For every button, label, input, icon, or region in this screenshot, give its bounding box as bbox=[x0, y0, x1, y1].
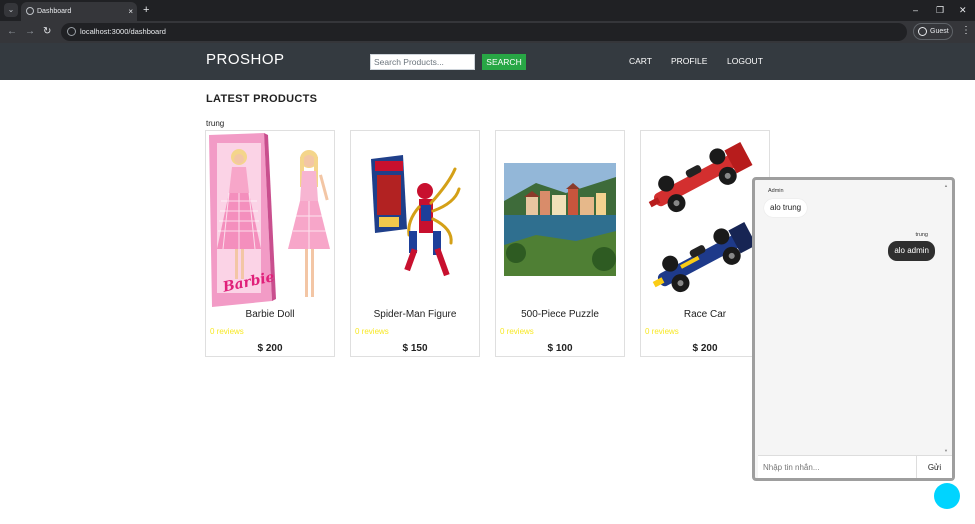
product-name[interactable]: Race Car bbox=[641, 308, 769, 322]
site-header: PROSHOP SEARCH CART PROFILE LOGOUT bbox=[0, 43, 975, 80]
site-info-icon[interactable] bbox=[67, 27, 76, 36]
product-reviews: 0 reviews bbox=[645, 327, 679, 336]
message-sender: trung bbox=[915, 232, 928, 238]
window-close-button[interactable]: ✕ bbox=[959, 4, 967, 16]
url-text: localhost:3000/dashboard bbox=[80, 27, 166, 36]
chat-scrollbar[interactable]: ▲ ▼ bbox=[944, 183, 950, 453]
browser-tab[interactable]: Dashboard × bbox=[21, 2, 137, 21]
product-reviews: 0 reviews bbox=[210, 327, 244, 336]
product-price: $ 100 bbox=[547, 343, 573, 354]
forward-button[interactable]: → bbox=[25, 25, 35, 39]
minimize-button[interactable]: – bbox=[913, 4, 918, 16]
nav-logout[interactable]: LOGOUT bbox=[727, 56, 763, 67]
chat-widget: Admin alo trung trung alo admin ▲ ▼ Gửi bbox=[752, 177, 955, 481]
chat-toggle-button[interactable] bbox=[934, 483, 960, 509]
product-price: $ 150 bbox=[402, 343, 428, 354]
message-bubble-received: alo trung bbox=[764, 199, 808, 217]
product-name[interactable]: 500-Piece Puzzle bbox=[496, 308, 624, 322]
profile-label: Guest bbox=[930, 28, 949, 35]
user-icon bbox=[918, 27, 927, 36]
browser-tab-strip: ⌄ Dashboard × + – ❐ ✕ bbox=[0, 0, 975, 21]
product-name[interactable]: Barbie Doll bbox=[206, 308, 334, 322]
product-image-spider-man-figure[interactable] bbox=[351, 131, 479, 309]
product-image-500-piece-puzzle[interactable] bbox=[496, 131, 624, 309]
chat-send-button[interactable]: Gửi bbox=[916, 455, 952, 478]
product-reviews: 0 reviews bbox=[355, 327, 389, 336]
product-image-race-car[interactable] bbox=[641, 131, 769, 309]
product-card[interactable]: Race Car 0 reviews $ 200 bbox=[640, 130, 770, 357]
address-bar[interactable]: localhost:3000/dashboard bbox=[61, 23, 907, 41]
globe-icon bbox=[26, 7, 34, 15]
restore-button[interactable]: ❐ bbox=[936, 4, 944, 16]
new-tab-button[interactable]: + bbox=[143, 2, 149, 18]
page-title: LATEST PRODUCTS bbox=[206, 93, 318, 105]
product-image-barbie-doll[interactable]: Barbie bbox=[206, 131, 334, 309]
scroll-down-icon[interactable]: ▼ bbox=[944, 448, 948, 453]
product-card[interactable]: Spider-Man Figure 0 reviews $ 150 bbox=[350, 130, 480, 357]
nav-cart[interactable]: CART bbox=[629, 56, 652, 67]
search-button[interactable]: SEARCH bbox=[482, 54, 526, 70]
back-button[interactable]: ← bbox=[7, 25, 17, 39]
message-sender: Admin bbox=[768, 188, 784, 194]
tab-close-icon[interactable]: × bbox=[128, 5, 133, 18]
chat-message-input[interactable] bbox=[758, 455, 916, 478]
product-card[interactable]: Barbie Barbie Doll 0 reviews $ 200 bbox=[205, 130, 335, 357]
search-input[interactable] bbox=[370, 54, 475, 70]
tab-search-button[interactable]: ⌄ bbox=[4, 3, 18, 17]
scroll-up-icon[interactable]: ▲ bbox=[944, 183, 948, 188]
nav-profile[interactable]: PROFILE bbox=[671, 56, 707, 67]
tab-title: Dashboard bbox=[37, 8, 72, 15]
browser-menu-icon[interactable]: ⋮ bbox=[961, 24, 971, 38]
message-bubble-sent: alo admin bbox=[888, 241, 935, 261]
browser-toolbar: ← → ↻ localhost:3000/dashboard Guest ⋮ bbox=[0, 21, 975, 43]
product-price: $ 200 bbox=[692, 343, 718, 354]
current-username: trung bbox=[206, 119, 225, 128]
product-name[interactable]: Spider-Man Figure bbox=[351, 308, 479, 322]
brand-logo[interactable]: PROSHOP bbox=[206, 51, 285, 69]
product-card[interactable]: 500-Piece Puzzle 0 reviews $ 100 bbox=[495, 130, 625, 357]
product-reviews: 0 reviews bbox=[500, 327, 534, 336]
product-price: $ 200 bbox=[257, 343, 283, 354]
reload-button[interactable]: ↻ bbox=[43, 25, 51, 39]
profile-button[interactable]: Guest bbox=[913, 23, 953, 40]
